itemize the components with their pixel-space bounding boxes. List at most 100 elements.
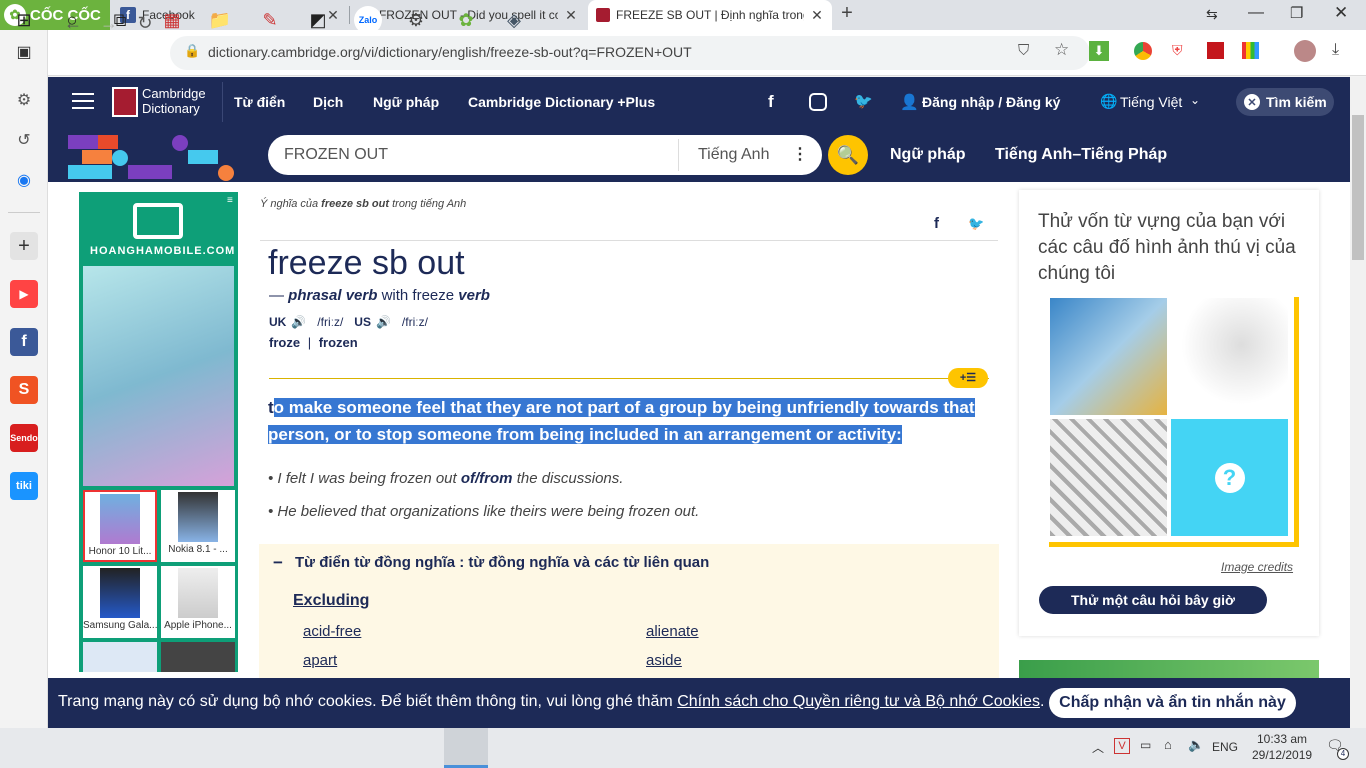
synonym-link[interactable]: alienate [646,623,699,640]
ad-phone-thumb[interactable]: Honor 10 Lit... [83,490,157,562]
ad-phone-thumb[interactable] [161,642,235,672]
color-ext-icon[interactable] [1242,42,1259,59]
messenger-icon[interactable]: ◉ [10,166,38,194]
task-view-icon[interactable]: ⧉ [106,6,134,34]
dictionary-select[interactable]: Tiếng Anh [698,146,769,164]
tray-app-icon[interactable]: V [1114,738,1130,754]
collapse-icon[interactable]: − [273,553,283,573]
volume-icon[interactable]: 🔈 [1188,737,1204,753]
search-toggle-button[interactable]: ✕ Tìm kiếm [1236,88,1334,116]
quiz-start-button[interactable]: Thử một câu hỏi bây giờ [1039,586,1267,614]
decorative-block [98,135,118,149]
downloads-icon[interactable]: ⤓ [1332,41,1339,59]
network-icon[interactable]: ⌂ [1164,737,1172,752]
definition: to make someone feel that they are not p… [268,394,983,448]
phone-image [100,568,140,618]
ad-phone-thumb[interactable] [83,642,157,672]
link-grammar[interactable]: Ngữ pháp [890,146,966,164]
scrollbar-thumb[interactable] [1352,115,1364,260]
meaning-prefix: Ý nghĩa của [260,198,319,210]
ad-phone-thumb[interactable]: Samsung Gala... [83,566,157,638]
language-select[interactable]: Tiếng Việt [1120,94,1182,110]
facebook-icon[interactable]: f [10,328,38,356]
ad-phone-thumb[interactable]: Nokia 8.1 - ... [161,490,235,562]
tab-freeze-sb-out[interactable]: FREEZE SB OUT | Định nghĩa trong ✕ [588,0,832,30]
synonym-link[interactable]: acid-free [303,623,361,640]
avatar[interactable] [1294,40,1316,62]
globe-icon: 🌐 [1100,93,1118,109]
download-ext-icon[interactable]: ⬇ [1089,41,1109,61]
image-credits-link[interactable]: Image credits [1221,560,1293,574]
minimize-icon[interactable]: — [1248,4,1264,22]
maximize-icon[interactable]: ❐ [1290,4,1303,22]
tray-chevron-icon[interactable]: ︿ [1092,739,1104,756]
youtube-icon[interactable]: ▶ [10,280,38,308]
thesaurus-group[interactable]: Excluding [293,592,369,610]
tab-search-icon[interactable]: ⇆ [1206,6,1218,23]
more-vertical-icon[interactable]: ⋮ [792,144,808,164]
privacy-policy-link[interactable]: Chính sách cho Quyền riêng tư và Bộ nhớ … [677,693,1040,710]
instagram-icon[interactable] [809,93,827,111]
nav-plus[interactable]: Cambridge Dictionary +Plus [468,94,655,110]
settings-icon[interactable]: ⚙ [402,6,430,34]
speaker-icon[interactable]: 🔊 [376,315,391,329]
zalo-icon[interactable]: Zalo [354,6,382,34]
nav-grammar[interactable]: Ngữ pháp [373,94,439,110]
bookmark-star-icon[interactable]: ☆ [1054,40,1069,60]
sendo-icon[interactable]: Sendo [10,424,38,452]
hamburger-menu-icon[interactable] [72,93,94,109]
app-icon[interactable]: ◈ [500,6,528,34]
ad-phone-thumb[interactable]: Apple iPhone... [161,566,235,638]
new-tab-button[interactable]: + [836,2,858,28]
file-explorer-icon[interactable]: 📁 [206,6,234,34]
shield-icon[interactable]: ⛉ [1018,42,1029,59]
quiz-image-unknown[interactable]: ? [1171,419,1288,536]
site-logo[interactable]: Cambridge Dictionary [142,86,206,116]
window-close-icon[interactable]: ✕ [1334,3,1348,23]
add-panel-icon[interactable]: + [10,232,38,260]
synonym-link[interactable]: aside [646,652,682,669]
link-english-french[interactable]: Tiếng Anh–Tiếng Pháp [995,146,1167,164]
search-button[interactable]: 🔍 [828,135,868,175]
clock[interactable]: 10:33 am 29/12/2019 [1252,731,1312,763]
ad-strip[interactable] [1019,660,1319,678]
synonym-link[interactable]: apart [303,652,337,669]
accept-cookies-button[interactable]: Chấp nhận và ẩn tin nhắn này [1049,688,1296,718]
ad-phone-image [83,266,234,486]
sticky-notes-icon[interactable]: ◩ [304,6,332,34]
quiz-image-dishwasher[interactable] [1050,298,1167,415]
share-facebook-icon[interactable]: f [934,215,939,232]
chrome-ext-icon[interactable] [1134,42,1152,60]
tray-battery-icon[interactable]: ▭ [1140,738,1151,752]
coccoc-taskbar-button[interactable] [444,728,488,768]
reload-icon[interactable]: ↻ [134,12,156,34]
quiz-image-masher[interactable] [1050,419,1167,536]
gear-icon[interactable]: ⚙ [10,86,38,114]
search-input-value: FROZEN OUT [284,146,388,163]
paint-icon[interactable]: ✎ [256,6,284,34]
quiz-image-peeler[interactable] [1171,298,1288,415]
twitter-icon[interactable]: 🐦 [854,92,873,110]
shopee-icon[interactable]: S [10,376,38,404]
share-twitter-icon[interactable]: 🐦 [968,216,984,232]
nav-translate[interactable]: Dịch [313,94,343,110]
close-tab-icon[interactable]: ✕ [810,7,824,24]
lock-icon: 🔒 [184,43,201,58]
app-icon[interactable]: ▦ [158,6,186,34]
ad-menu-icon[interactable]: ≡ [227,195,233,206]
speaker-icon[interactable]: 🔊 [291,315,306,329]
thesaurus-title[interactable]: Từ điển từ đồng nghĩa : từ đồng nghĩa và… [295,554,709,571]
sidebar-toggle-icon[interactable]: ▣ [10,38,38,66]
input-language[interactable]: ENG [1212,740,1238,754]
close-tab-icon[interactable]: ✕ [564,7,578,24]
tiki-icon[interactable]: tiki [10,472,38,500]
add-to-list-button[interactable]: +☰ [948,368,988,388]
history-icon[interactable]: ↺ [10,126,38,154]
login-link[interactable]: Đăng nhập / Đăng ký [922,94,1060,110]
facebook-icon[interactable]: f [768,92,774,112]
windows-start-icon[interactable]: ⊞ [10,6,38,34]
search-icon[interactable]: ○ [58,6,86,34]
red-ext-icon[interactable] [1207,42,1224,59]
shield-ext-icon[interactable]: ⛨ [1172,42,1183,59]
nav-dictionary[interactable]: Từ điển [234,94,285,110]
